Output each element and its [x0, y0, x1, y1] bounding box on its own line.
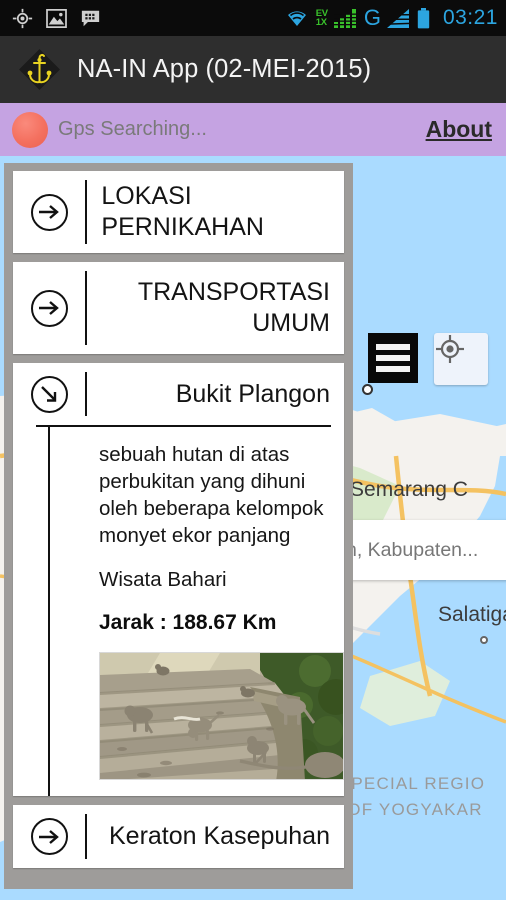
network-type-label: G: [363, 5, 381, 30]
location-list-panel[interactable]: LOKASI PERNIKAHAN TRANSPORTASI UMUM Buki…: [4, 163, 353, 889]
system-status-bar: EV 1X G 03:21: [0, 0, 506, 36]
map-city-dot-salatiga: [480, 636, 488, 644]
hamburger-bar-3: [376, 366, 410, 372]
list-item[interactable]: Keraton Kasepuhan: [13, 805, 344, 869]
network-technology-label: EV 1X: [315, 9, 328, 28]
status-bar-right-icons: EV 1X G 03:21: [284, 6, 498, 30]
arrow-down-right-glyph: [41, 386, 57, 402]
arrow-right-glyph: [39, 301, 59, 315]
list-item-row-lokasi-pernikahan[interactable]: LOKASI PERNIKAHAN: [13, 171, 344, 253]
list-item-gutter: [13, 427, 85, 797]
my-location-icon[interactable]: [434, 333, 488, 385]
list-item-photo[interactable]: [99, 652, 344, 781]
list-item-separator-lower: [47, 427, 51, 797]
hamburger-menu-icon[interactable]: [368, 333, 418, 383]
gps-location-icon: [12, 8, 33, 28]
network-technology-bottom: 1X: [315, 17, 327, 28]
arrow-down-right-circle-icon: [13, 363, 85, 425]
list-item-label: Bukit Plangon: [175, 379, 330, 408]
gps-status-text: Gps Searching...: [58, 118, 207, 140]
list-item-detail: sebuah hutan di atas perbukitan yang dih…: [13, 427, 344, 797]
arrow-right-glyph: [39, 205, 59, 219]
battery-full-icon: [417, 7, 430, 28]
list-item-category: Wisata Bahari: [99, 568, 227, 592]
list-item-label: TRANSPORTASI UMUM: [137, 278, 330, 337]
app-title: NA-IN App (02-MEI-2015): [77, 55, 372, 83]
list-item-detail-content: sebuah hutan di atas perbukitan yang dih…: [85, 427, 353, 796]
gps-status-bar: Gps Searching... About: [0, 103, 506, 156]
app-action-bar: NA-IN App (02-MEI-2015): [0, 36, 506, 103]
status-bar-left-icons: [12, 8, 101, 29]
crosshair-glyph: [436, 335, 464, 363]
wifi-icon: [287, 11, 306, 26]
map-place-search-box[interactable]: n, Kabupaten...: [330, 520, 506, 580]
list-item[interactable]: LOKASI PERNIKAHAN: [13, 171, 344, 253]
status-bar-clock: 03:21: [442, 6, 498, 29]
cellular-signal-green-icon: [333, 8, 356, 28]
list-item-label: LOKASI PERNIKAHAN: [101, 182, 264, 241]
arrow-right-circle-icon: [13, 805, 85, 868]
list-item-distance: Jarak : 188.67 Km: [99, 611, 277, 635]
arrow-circle-shape: [30, 289, 68, 327]
arrow-right-glyph: [39, 829, 59, 844]
app-logo-glyph: [18, 48, 61, 91]
about-link[interactable]: About: [426, 116, 492, 143]
list-item[interactable]: TRANSPORTASI UMUM: [13, 262, 344, 354]
list-item-description: sebuah hutan di atas perbukitan yang dih…: [99, 443, 324, 548]
arrow-circle-shape: [30, 193, 68, 231]
monkeys-on-stone-stairs-photo: [100, 653, 343, 780]
photo-gallery-icon: [46, 8, 67, 28]
list-item-expanded[interactable]: Bukit Plangon sebuah hutan di atas perbu…: [13, 363, 344, 797]
list-item-label: Keraton Kasepuhan: [108, 822, 330, 851]
arrow-circle-shape: [30, 818, 68, 856]
gps-status-dot: [12, 111, 48, 148]
list-item-row-bukit-plangon[interactable]: Bukit Plangon: [13, 363, 344, 425]
hamburger-bar-2: [376, 355, 410, 361]
hamburger-bar-1: [376, 344, 410, 350]
arrow-circle-shape: [30, 375, 68, 413]
list-item-row-transportasi-umum[interactable]: TRANSPORTASI UMUM: [13, 262, 344, 354]
cellular-signal-blue-icon: [386, 8, 411, 28]
anchor-app-logo-icon[interactable]: [17, 47, 62, 92]
map-city-dot-semarang: [362, 384, 373, 395]
map-search-value: n, Kabupaten...: [346, 538, 479, 561]
list-item-row-keraton-kasepuhan[interactable]: Keraton Kasepuhan: [13, 805, 344, 868]
arrow-right-circle-icon: [13, 171, 85, 253]
bbm-message-icon: [81, 10, 100, 26]
arrow-right-circle-icon: [13, 262, 85, 354]
